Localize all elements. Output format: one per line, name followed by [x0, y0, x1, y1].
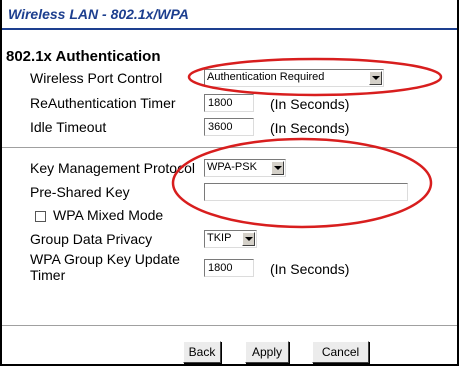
group-key-update-label-line1: WPA Group Key Update [30, 251, 180, 267]
section-divider [2, 147, 457, 148]
reauth-timer-unit: (In Seconds) [270, 96, 350, 112]
wireless-port-control-value: Authentication Required [207, 71, 325, 83]
cancel-button[interactable]: Cancel [312, 341, 369, 363]
section-title-8021x: 802.1x Authentication [6, 48, 161, 65]
group-data-privacy-label: Group Data Privacy [30, 231, 153, 247]
key-management-value: WPA-PSK [207, 161, 257, 173]
wpa-mixed-mode-checkbox[interactable] [35, 211, 46, 222]
pre-shared-key-input[interactable] [204, 183, 408, 201]
page-title: Wireless LAN - 802.1x/WPA [8, 6, 189, 22]
key-management-label: Key Management Protocol [30, 160, 195, 176]
dropdown-arrow-icon [369, 71, 382, 85]
group-key-update-unit: (In Seconds) [270, 261, 350, 277]
page-header: Wireless LAN - 802.1x/WPA [2, 0, 457, 30]
apply-button[interactable]: Apply [245, 341, 289, 363]
dropdown-arrow-icon [271, 161, 284, 175]
group-key-update-input[interactable]: 1800 [204, 259, 254, 277]
group-data-privacy-value: TKIP [207, 232, 232, 244]
group-data-privacy-select[interactable]: TKIP [204, 230, 257, 248]
reauth-timer-label: ReAuthentication Timer [30, 95, 176, 111]
idle-timeout-unit: (In Seconds) [270, 120, 350, 136]
idle-timeout-label: Idle Timeout [30, 119, 107, 135]
wireless-port-control-select[interactable]: Authentication Required [204, 69, 384, 87]
dropdown-arrow-icon [242, 232, 255, 246]
back-button[interactable]: Back [183, 341, 221, 363]
pre-shared-key-label: Pre-Shared Key [30, 184, 130, 200]
reauth-timer-input[interactable]: 1800 [204, 94, 254, 112]
idle-timeout-input[interactable]: 3600 [204, 118, 254, 136]
wireless-port-control-label: Wireless Port Control [30, 70, 163, 86]
key-management-select[interactable]: WPA-PSK [204, 159, 286, 177]
wpa-mixed-mode-label: WPA Mixed Mode [53, 207, 164, 223]
group-key-update-label-line2: Timer [30, 267, 66, 283]
footer-divider [2, 325, 457, 326]
